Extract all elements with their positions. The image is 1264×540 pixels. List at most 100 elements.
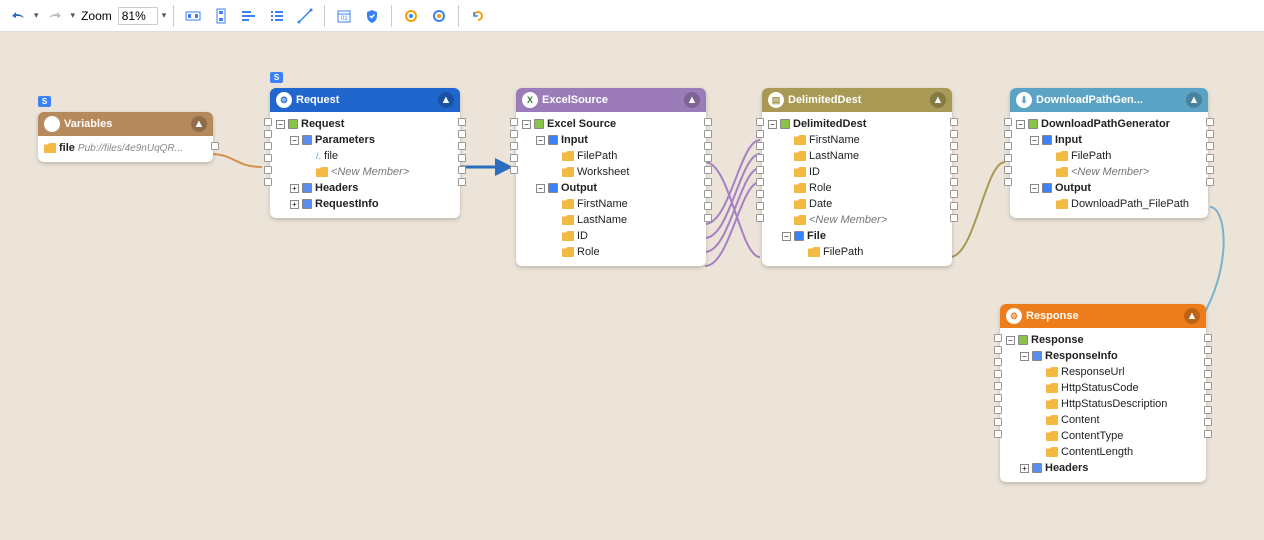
tree-row[interactable]: −Response — [1002, 332, 1204, 348]
expand-icon[interactable]: − — [1020, 352, 1029, 361]
output-port[interactable] — [1204, 394, 1212, 402]
collapse-icon[interactable]: ▲ — [684, 92, 700, 108]
input-port[interactable] — [756, 190, 764, 198]
node-variables[interactable]: S ⚙ Variables ▲ file Pub://files/4e9nUqQ… — [38, 112, 213, 162]
input-port[interactable] — [510, 142, 518, 150]
line-button[interactable] — [293, 4, 317, 28]
tree-row[interactable]: <New Member> — [272, 164, 458, 180]
node-header[interactable]: ▤ DelimitedDest ▲ — [762, 88, 952, 112]
tree-row[interactable]: file Pub://files/4e9nUqQR... — [40, 140, 211, 156]
input-port[interactable] — [510, 166, 518, 174]
tree-row[interactable]: Worksheet — [518, 164, 704, 180]
tree-row[interactable]: ID — [764, 164, 950, 180]
collapse-icon[interactable]: ▲ — [1184, 308, 1200, 324]
expand-icon[interactable]: − — [536, 184, 545, 193]
node-header[interactable]: ⚙ Response ▲ — [1000, 304, 1206, 328]
tree-row[interactable]: <New Member> — [764, 212, 950, 228]
tree-row[interactable]: Role — [518, 244, 704, 260]
tree-row[interactable]: HttpStatusCode — [1002, 380, 1204, 396]
refresh-button[interactable] — [466, 4, 490, 28]
input-port[interactable] — [756, 202, 764, 210]
output-port[interactable] — [704, 142, 712, 150]
input-port[interactable] — [264, 130, 272, 138]
output-port[interactable] — [1206, 178, 1214, 186]
tree-row[interactable]: −Input — [1012, 132, 1206, 148]
expand-icon[interactable]: + — [290, 184, 299, 193]
input-port[interactable] — [510, 154, 518, 162]
input-port[interactable] — [264, 178, 272, 186]
tree-row[interactable]: +RequestInfo — [272, 196, 458, 212]
tree-row[interactable]: −DelimitedDest — [764, 116, 950, 132]
output-port[interactable] — [704, 178, 712, 186]
input-port[interactable] — [994, 370, 1002, 378]
tree-row[interactable]: DownloadPath_FilePath — [1012, 196, 1206, 212]
output-port[interactable] — [950, 118, 958, 126]
zoom-dropdown[interactable]: ▾ — [162, 10, 167, 21]
tree-row[interactable]: Role — [764, 180, 950, 196]
tree-row[interactable]: −DownloadPathGenerator — [1012, 116, 1206, 132]
output-port[interactable] — [704, 118, 712, 126]
input-port[interactable] — [756, 166, 764, 174]
output-port[interactable] — [1204, 346, 1212, 354]
tree-row[interactable]: ID — [518, 228, 704, 244]
collapse-icon[interactable]: ▲ — [930, 92, 946, 108]
undo-dropdown[interactable]: ▾ — [34, 10, 39, 21]
node-request[interactable]: S ⚙ Request ▲ −Request −Parameters /.fil… — [270, 88, 460, 218]
collapse-icon[interactable]: ▲ — [191, 116, 207, 132]
expand-icon[interactable]: + — [1020, 464, 1029, 473]
calendar-button[interactable]: 01 — [332, 4, 356, 28]
tree-row[interactable]: FirstName — [518, 196, 704, 212]
output-port[interactable] — [458, 178, 466, 186]
tree-row[interactable]: FirstName — [764, 132, 950, 148]
input-port[interactable] — [756, 118, 764, 126]
shield-button[interactable] — [360, 4, 384, 28]
tree-row[interactable]: −Output — [1012, 180, 1206, 196]
tree-row[interactable]: +Headers — [1002, 460, 1204, 476]
zoom-input[interactable] — [118, 7, 158, 25]
output-port[interactable] — [704, 214, 712, 222]
output-port[interactable] — [458, 154, 466, 162]
tree-row[interactable]: −Request — [272, 116, 458, 132]
input-port[interactable] — [264, 118, 272, 126]
output-port[interactable] — [1204, 382, 1212, 390]
input-port[interactable] — [1004, 154, 1012, 162]
output-port[interactable] — [1206, 130, 1214, 138]
output-port[interactable] — [1204, 370, 1212, 378]
node-excelsource[interactable]: X ExcelSource ▲ −Excel Source −Input Fil… — [516, 88, 706, 266]
input-port[interactable] — [510, 118, 518, 126]
input-port[interactable] — [510, 130, 518, 138]
output-port[interactable] — [1204, 430, 1212, 438]
input-port[interactable] — [756, 130, 764, 138]
tree-row[interactable]: Date — [764, 196, 950, 212]
tree-row[interactable]: Content — [1002, 412, 1204, 428]
input-port[interactable] — [994, 406, 1002, 414]
gear-blue-button[interactable] — [427, 4, 451, 28]
output-port[interactable] — [1206, 166, 1214, 174]
tree-row[interactable]: ContentType — [1002, 428, 1204, 444]
input-port[interactable] — [994, 334, 1002, 342]
input-port[interactable] — [756, 178, 764, 186]
input-port[interactable] — [756, 154, 764, 162]
tree-row[interactable]: −ResponseInfo — [1002, 348, 1204, 364]
tree-row[interactable]: −File — [764, 228, 950, 244]
expand-icon[interactable]: − — [768, 120, 777, 129]
output-port[interactable] — [1206, 142, 1214, 150]
input-port[interactable] — [994, 394, 1002, 402]
node-header[interactable]: X ExcelSource ▲ — [516, 88, 706, 112]
output-port[interactable] — [1204, 334, 1212, 342]
input-port[interactable] — [264, 142, 272, 150]
redo-button[interactable] — [43, 4, 67, 28]
tree-row[interactable]: ContentLength — [1002, 444, 1204, 460]
node-header[interactable]: ⚙ Request ▲ — [270, 88, 460, 112]
output-port[interactable] — [950, 214, 958, 222]
tree-row[interactable]: −Input — [518, 132, 704, 148]
input-port[interactable] — [1004, 178, 1012, 186]
output-port[interactable] — [704, 166, 712, 174]
layout-vertical-button[interactable] — [209, 4, 233, 28]
input-port[interactable] — [994, 346, 1002, 354]
output-port[interactable] — [1204, 418, 1212, 426]
output-port[interactable] — [458, 142, 466, 150]
tree-row[interactable]: LastName — [764, 148, 950, 164]
tree-row[interactable]: /.file — [272, 148, 458, 164]
tree-row[interactable]: +Headers — [272, 180, 458, 196]
